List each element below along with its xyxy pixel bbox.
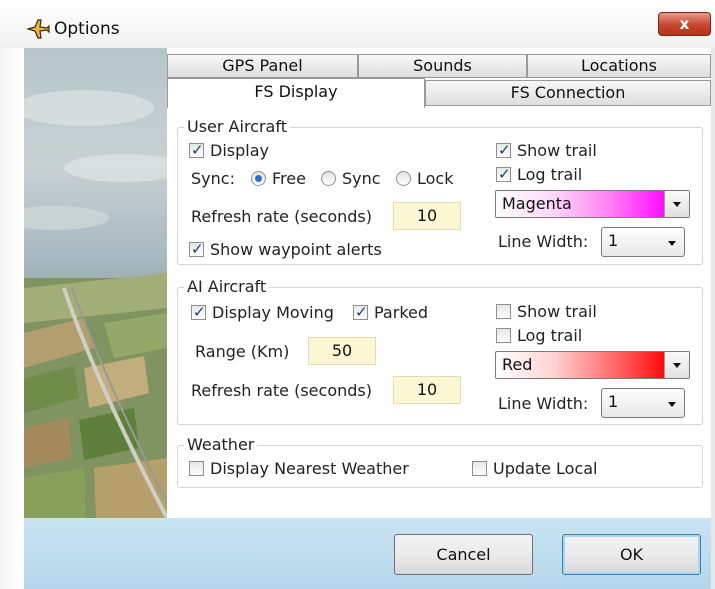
user-trail-color-select[interactable]: Magenta (495, 190, 690, 218)
chevron-down-icon (673, 202, 681, 207)
ok-button[interactable]: OK (562, 534, 701, 575)
tab-fs-connection[interactable]: FS Connection (425, 80, 711, 106)
ai-display-moving-checkbox[interactable] (191, 303, 206, 321)
user-trail-color-dropdown[interactable] (664, 191, 689, 217)
tab-fs-connection-label: FS Connection (510, 83, 626, 102)
update-local-checkbox[interactable] (472, 461, 487, 476)
ai-refresh-label: Refresh rate (seconds) (191, 381, 372, 400)
ai-trail-color-select[interactable]: Red (495, 351, 690, 379)
weather-title: Weather (184, 435, 258, 454)
window-frame-right (711, 48, 715, 589)
ai-display-moving-label: Display Moving (212, 303, 334, 322)
close-icon: x (679, 15, 690, 33)
user-refresh-label: Refresh rate (seconds) (191, 207, 372, 226)
cancel-button-label: Cancel (436, 545, 491, 564)
options-panel: GPS Panel Sounds Locations FS Display FS… (167, 48, 711, 518)
user-display-label: Display (210, 141, 269, 160)
ai-range-input[interactable]: 50 (308, 337, 376, 365)
tab-sounds-label: Sounds (413, 56, 472, 75)
chevron-down-icon (668, 402, 676, 407)
sync-lock-label: Lock (417, 169, 454, 188)
window-frame-left (0, 48, 24, 589)
user-line-width-value: 1 (608, 231, 619, 250)
ai-log-trail-label: Log trail (517, 326, 583, 345)
user-line-width-select[interactable]: 1 (601, 227, 685, 257)
user-refresh-input[interactable]: 10 (393, 202, 461, 230)
cancel-button[interactable]: Cancel (394, 534, 533, 575)
ai-show-trail-checkbox[interactable] (496, 304, 511, 319)
ai-line-width-label: Line Width: (498, 394, 589, 413)
sync-sync-radio[interactable] (321, 171, 336, 186)
sync-free-label: Free (272, 169, 306, 188)
ai-show-trail-label: Show trail (517, 302, 597, 321)
user-display-checkbox[interactable] (189, 141, 204, 159)
user-show-trail-label: Show trail (517, 141, 597, 160)
ai-log-trail-checkbox[interactable] (496, 328, 511, 343)
tab-content-border (425, 105, 711, 106)
tab-sounds[interactable]: Sounds (358, 54, 527, 78)
ai-line-width-select[interactable]: 1 (601, 388, 685, 418)
aerial-landscape-image (24, 48, 167, 518)
tab-gps-panel-label: GPS Panel (222, 56, 303, 75)
waypoint-alerts-label: Show waypoint alerts (210, 240, 382, 259)
waypoint-alerts-checkbox[interactable] (189, 240, 204, 258)
airplane-icon (26, 19, 50, 39)
ai-parked-label: Parked (374, 303, 429, 322)
tab-gps-panel[interactable]: GPS Panel (167, 54, 358, 78)
sync-lock-radio[interactable] (396, 171, 411, 186)
user-aircraft-title: User Aircraft (184, 117, 290, 136)
sync-label: Sync: (191, 169, 235, 188)
chevron-down-icon (673, 363, 681, 368)
tab-locations-label: Locations (580, 56, 657, 75)
user-log-trail-checkbox[interactable] (496, 165, 511, 183)
tab-fs-display[interactable]: FS Display (167, 78, 425, 108)
nearest-weather-checkbox[interactable] (189, 461, 204, 476)
ai-parked-checkbox[interactable] (353, 303, 368, 321)
user-show-trail-checkbox[interactable] (496, 141, 511, 159)
ok-button-label: OK (619, 545, 644, 564)
ai-aircraft-title: AI Aircraft (184, 277, 270, 296)
user-log-trail-label: Log trail (517, 165, 583, 184)
user-trail-color-value: Magenta (502, 194, 572, 213)
user-line-width-label: Line Width: (498, 232, 589, 251)
close-button[interactable]: x (658, 12, 711, 36)
ai-trail-color-dropdown[interactable] (664, 352, 689, 378)
chevron-down-icon (668, 241, 676, 246)
ai-line-width-value: 1 (608, 392, 619, 411)
update-local-label: Update Local (493, 459, 598, 478)
button-bar: Cancel OK (24, 518, 711, 589)
ai-trail-color-value: Red (502, 355, 533, 374)
ai-range-label: Range (Km) (195, 342, 290, 361)
tab-fs-display-label: FS Display (254, 82, 338, 101)
tab-locations[interactable]: Locations (527, 54, 711, 78)
ai-refresh-input[interactable]: 10 (393, 376, 461, 404)
title-bar[interactable]: Options x (0, 0, 715, 48)
window-title: Options (54, 19, 120, 39)
sync-sync-label: Sync (342, 169, 381, 188)
sync-free-radio[interactable] (251, 171, 266, 186)
nearest-weather-label: Display Nearest Weather (210, 459, 409, 478)
options-window: Options x GPS Panel Sounds Locations FS … (0, 0, 715, 589)
